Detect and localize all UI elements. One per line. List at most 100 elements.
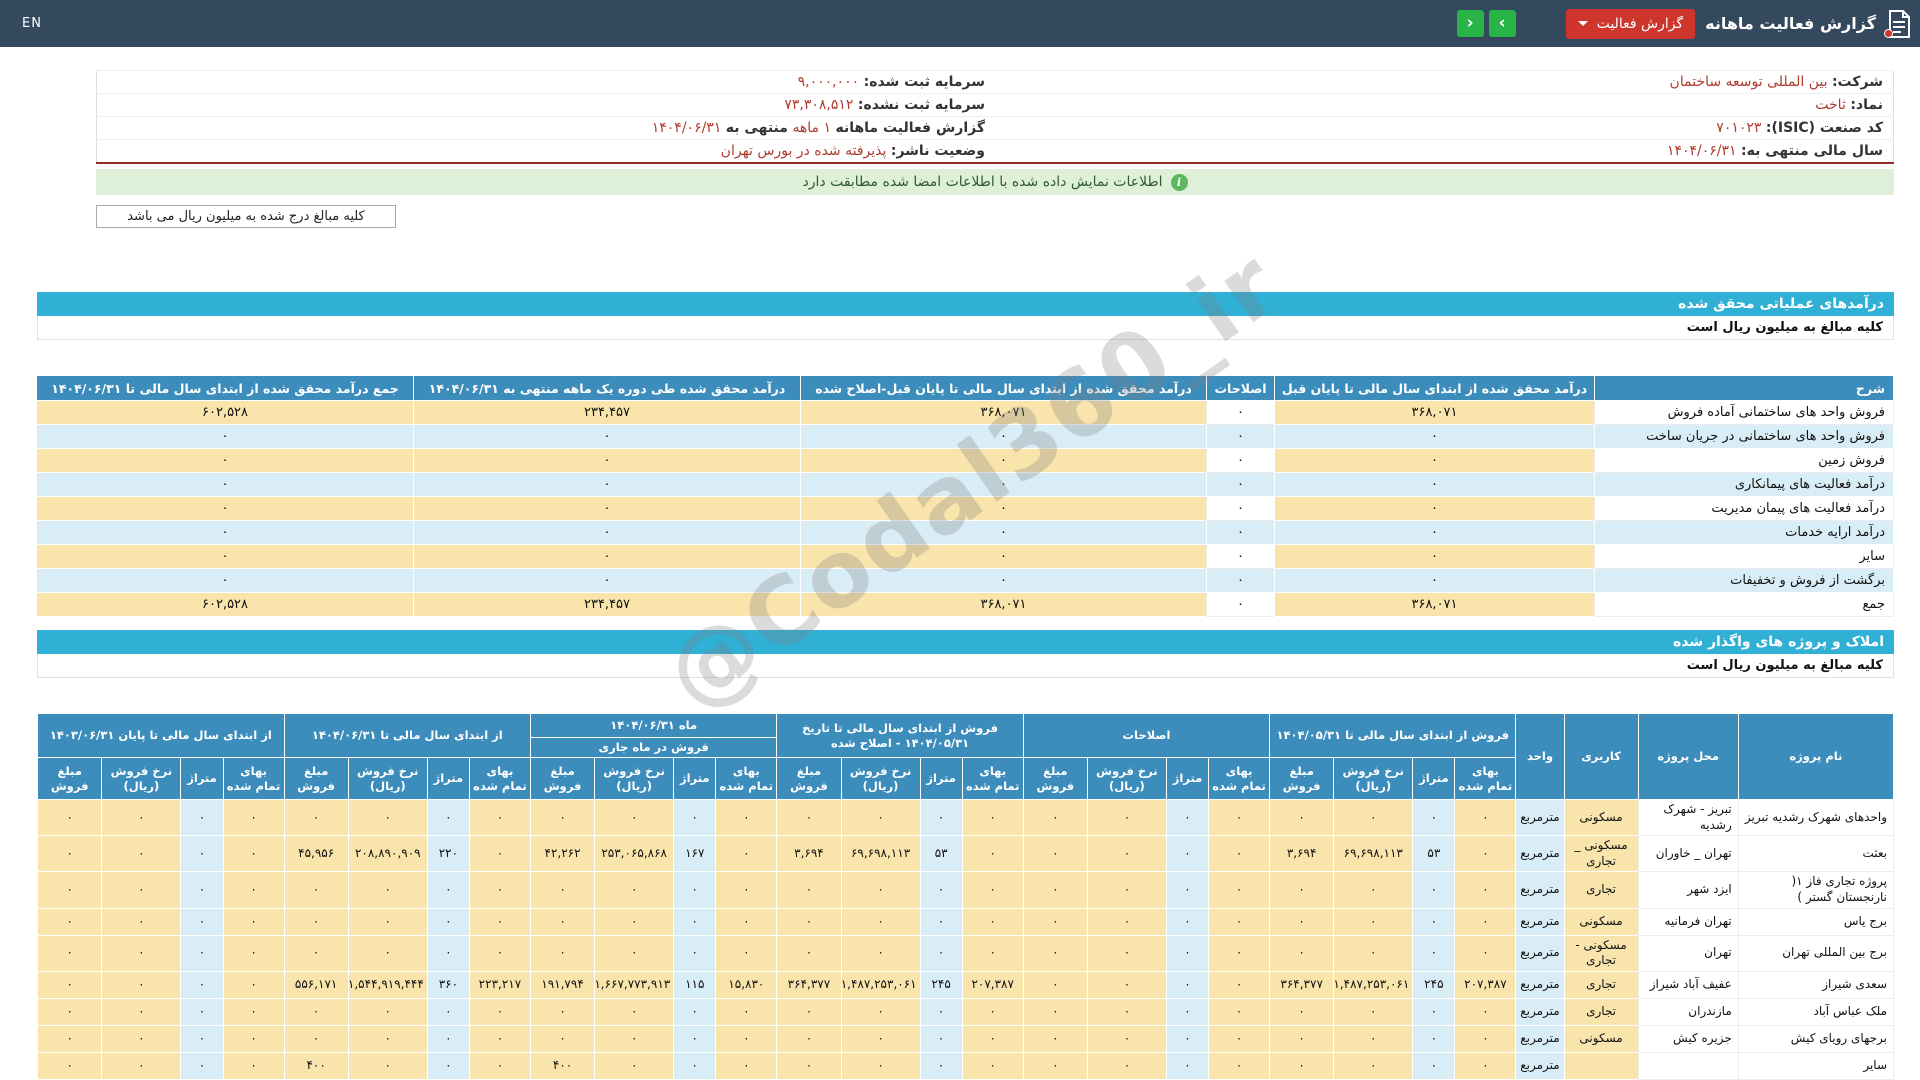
report-document-icon	[1886, 8, 1912, 40]
project-rate-cell: ۰	[841, 908, 920, 935]
project-rate-cell: ۰	[841, 998, 920, 1025]
project-unit: مترمربع	[1516, 872, 1564, 908]
revenue-row-label: فروش زمین	[1595, 449, 1894, 473]
project-cost-cell: ۰	[1209, 935, 1270, 971]
projects-sub-header: نرخ فروش (ریال)	[841, 758, 920, 800]
project-row: سایرمترمربع۰۰۰۰۰۰۰۰۰۰۰۰۰۰۰۴۰۰۰۰۰۴۰۰۰۰۰۰	[38, 1052, 1894, 1079]
revenue-cell: ۰	[1207, 545, 1275, 569]
project-area-cell: ۰	[181, 836, 223, 872]
info-label: نماد:	[1850, 97, 1883, 113]
project-rate-cell: ۱,۶۶۷,۷۷۳,۹۱۳	[595, 971, 674, 998]
project-usage: مسکونی	[1564, 908, 1638, 935]
projects-sub-header: مبلغ فروش	[1270, 758, 1334, 800]
project-rate-cell: ۰	[348, 872, 427, 908]
project-amount-cell: ۰	[530, 935, 594, 971]
revenue-table-head: شرحدرآمد محقق شده از ابتدای سال مالی تا …	[37, 376, 1894, 401]
revenue-cell: ۰	[1275, 545, 1595, 569]
project-area-cell: ۰	[920, 1052, 962, 1079]
project-rate-cell: ۰	[1087, 908, 1166, 935]
info-value: ۱ ماهه	[792, 120, 831, 136]
report-type-button[interactable]: گزارش فعالیت	[1566, 9, 1696, 39]
projects-sub-header: متراژ	[1166, 758, 1208, 800]
projects-sub-header: مبلغ فروش	[777, 758, 841, 800]
revenue-cell: ۰	[1207, 449, 1275, 473]
project-row: برج یاستهران فرمانیهمسکونیمترمربع۰۰۰۰۰۰۰…	[38, 908, 1894, 935]
project-cost-cell: ۰	[223, 800, 284, 836]
project-amount-cell: ۰	[1023, 971, 1087, 998]
projects-section: املاک و پروژه های واگذار شده کلیه مبالغ …	[37, 630, 1894, 1080]
revenue-row-label: فروش واحد های ساختمانی در جریان ساخت	[1595, 425, 1894, 449]
project-rate-cell: ۰	[102, 998, 181, 1025]
revenue-cell: ۰	[1207, 569, 1275, 593]
project-unit: مترمربع	[1516, 800, 1564, 836]
project-amount-cell: ۰	[1270, 908, 1334, 935]
revenue-cell: ۰	[414, 497, 801, 521]
revenue-section-header: درآمدهای عملیاتی محقق شده	[37, 292, 1894, 316]
project-name: برجهای رویای کیش	[1738, 1025, 1893, 1052]
project-area-cell: ۰	[1413, 908, 1455, 935]
company-info-cell-right: شرکت: بین المللی توسعه ساختمان	[995, 71, 1894, 94]
project-cost-cell: ۰	[716, 998, 777, 1025]
nav-next-button[interactable]: ›	[1489, 10, 1516, 37]
project-rate-cell: ۰	[1087, 935, 1166, 971]
project-cost-cell: ۰	[1209, 1025, 1270, 1052]
project-cost-cell: ۰	[469, 1052, 530, 1079]
project-location: تهران	[1638, 935, 1738, 971]
info-value: ۱۴۰۴/۰۶/۳۱	[1667, 143, 1737, 159]
projects-sub-header: بهای تمام شده	[1455, 758, 1516, 800]
project-rate-cell: ۰	[1334, 1052, 1413, 1079]
project-cost-cell: ۰	[962, 908, 1023, 935]
project-area-cell: ۰	[674, 998, 716, 1025]
project-rate-cell: ۰	[1087, 800, 1166, 836]
project-rate-cell: ۲۵۳,۰۶۵,۸۶۸	[595, 836, 674, 872]
projects-sub-header: متراژ	[674, 758, 716, 800]
project-rate-cell: ۰	[348, 1025, 427, 1052]
project-rate-cell: ۰	[1334, 998, 1413, 1025]
project-rate-cell: ۰	[348, 1052, 427, 1079]
project-rate-cell: ۰	[841, 800, 920, 836]
project-area-cell: ۰	[427, 935, 469, 971]
project-amount-cell: ۴۰۰	[284, 1052, 348, 1079]
projects-sub-header: نرخ فروش (ریال)	[1334, 758, 1413, 800]
projects-sub-header: بهای تمام شده	[962, 758, 1023, 800]
language-toggle-en[interactable]: EN	[22, 16, 42, 31]
project-area-cell: ۰	[1166, 935, 1208, 971]
project-area-cell: ۰	[674, 872, 716, 908]
project-rate-cell: ۰	[102, 1052, 181, 1079]
project-amount-cell: ۰	[777, 800, 841, 836]
project-rate-cell: ۰	[102, 836, 181, 872]
project-area-cell: ۰	[1413, 1052, 1455, 1079]
project-usage	[1564, 1052, 1638, 1079]
project-amount-cell: ۰	[1023, 908, 1087, 935]
projects-group-header: فروش از ابتدای سال مالی تا ۱۴۰۴/۰۵/۳۱	[1270, 714, 1516, 758]
project-rate-cell: ۰	[841, 1052, 920, 1079]
revenue-cell: ۳۶۸,۰۷۱	[1275, 401, 1595, 425]
project-cost-cell: ۲۰۷,۳۸۷	[962, 971, 1023, 998]
revenue-section-note: کلیه مبالغ به میلیون ریال است	[37, 316, 1894, 340]
projects-table-body: واحدهای شهرک رشدیه تبریزتبریز - شهرک رشد…	[38, 800, 1894, 1080]
project-cost-cell: ۰	[469, 1025, 530, 1052]
revenue-cell: ۰	[1207, 425, 1275, 449]
project-area-cell: ۱۱۵	[674, 971, 716, 998]
project-amount-cell: ۰	[1270, 1025, 1334, 1052]
project-cost-cell: ۰	[1209, 800, 1270, 836]
project-amount-cell: ۰	[38, 971, 102, 998]
project-area-cell: ۰	[427, 998, 469, 1025]
revenue-cell: ۰	[37, 497, 414, 521]
project-rate-cell: ۰	[595, 998, 674, 1025]
revenue-cell: ۰	[37, 569, 414, 593]
project-usage: مسکونی _ تجاری	[1564, 836, 1638, 872]
nav-prev-button[interactable]: ‹	[1457, 10, 1484, 37]
revenue-cell: ۰	[1207, 401, 1275, 425]
project-amount-cell: ۰	[284, 935, 348, 971]
project-area-cell: ۵۳	[920, 836, 962, 872]
project-amount-cell: ۳,۶۹۴	[777, 836, 841, 872]
revenue-row: جمع۳۶۸,۰۷۱۰۳۶۸,۰۷۱۲۳۴,۴۵۷۶۰۲,۵۲۸	[37, 593, 1894, 617]
project-amount-cell: ۰	[284, 872, 348, 908]
project-name: برج یاس	[1738, 908, 1893, 935]
project-amount-cell: ۰	[1023, 800, 1087, 836]
projects-sub-header: نرخ فروش (ریال)	[348, 758, 427, 800]
project-amount-cell: ۰	[1023, 998, 1087, 1025]
project-rate-cell: ۰	[595, 935, 674, 971]
info-label: منتهی به	[726, 120, 788, 136]
